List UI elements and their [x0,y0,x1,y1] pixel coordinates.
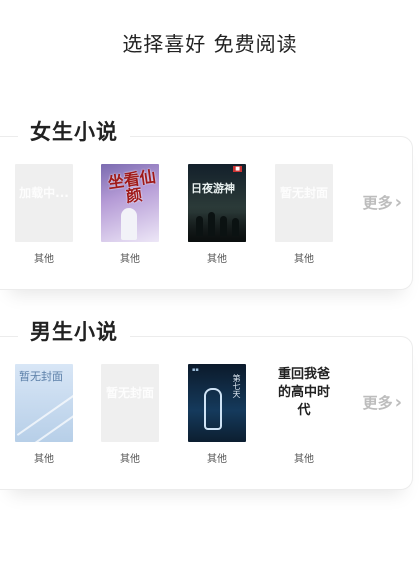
book-cover: ■ 日夜游神 [188,164,246,242]
book-cover: 重回我爸的高中时代 [275,364,333,442]
placeholder-text: 加载中... [19,186,69,200]
section-female: 女生小说 加载中... 其他 坐看仙颜 其他 ■ 日夜游神 其他 暂无封面 其他 [0,116,420,294]
placeholder-text: 暂无封面 [105,386,154,400]
book-cover-placeholder: 暂无封面 [275,164,333,242]
book-category: 其他 [34,454,54,465]
book-category: 其他 [207,454,227,465]
book-item[interactable]: 暂无封面 其他 [274,164,334,265]
cover-figure [232,218,239,236]
section-male: 男生小说 暂无封面 其他 暂无封面 其他 ▪▪ 第七天 其他 重回我爸的高中时代… [0,316,420,494]
section-title: 男生小说 [18,316,130,346]
book-item[interactable]: 暂无封面 其他 [100,364,160,465]
section-title: 女生小说 [18,116,130,146]
cover-small-text: ▪▪ [192,367,199,373]
cover-figure [121,208,137,240]
book-item[interactable]: ▪▪ 第七天 其他 [187,364,247,465]
chevron-right-icon: › [394,192,402,213]
more-button[interactable]: 更多 › [363,192,402,213]
cover-badge: ■ [233,166,242,172]
book-category: 其他 [34,254,54,265]
cover-title: 第七天 [232,374,241,398]
more-button[interactable]: 更多 › [363,392,402,413]
cover-art [16,394,73,436]
cover-figure [208,212,215,236]
cover-figure [196,216,203,236]
book-cover: ▪▪ 第七天 [188,364,246,442]
book-item[interactable]: 坐看仙颜 其他 [100,164,160,265]
book-item[interactable]: ■ 日夜游神 其他 [187,164,247,265]
book-category: 其他 [120,254,140,265]
book-item[interactable]: 加载中... 其他 [14,164,74,265]
book-category: 其他 [120,454,140,465]
book-category: 其他 [207,254,227,265]
cover-figure [220,216,227,236]
cover-title: 日夜游神 [191,182,235,195]
more-label: 更多 [362,194,393,212]
chevron-right-icon: › [394,392,402,413]
cover-title: 暂无封面 [19,370,63,383]
book-cover-placeholder: 暂无封面 [101,364,159,442]
cover-title: 坐看仙颜 [106,166,157,206]
placeholder-text: 暂无封面 [279,186,328,200]
book-item[interactable]: 暂无封面 其他 [14,364,74,465]
more-label: 更多 [362,394,393,412]
book-category: 其他 [294,254,314,265]
page-title: 选择喜好 免费阅读 [122,32,298,56]
book-cover: 坐看仙颜 [101,164,159,242]
cover-figure [204,388,222,430]
book-item[interactable]: 重回我爸的高中时代 其他 [274,364,334,465]
book-category: 其他 [294,454,314,465]
book-cover-placeholder: 加载中... [15,164,73,242]
book-cover: 暂无封面 [15,364,73,442]
cover-title: 重回我爸的高中时代 [277,367,330,418]
